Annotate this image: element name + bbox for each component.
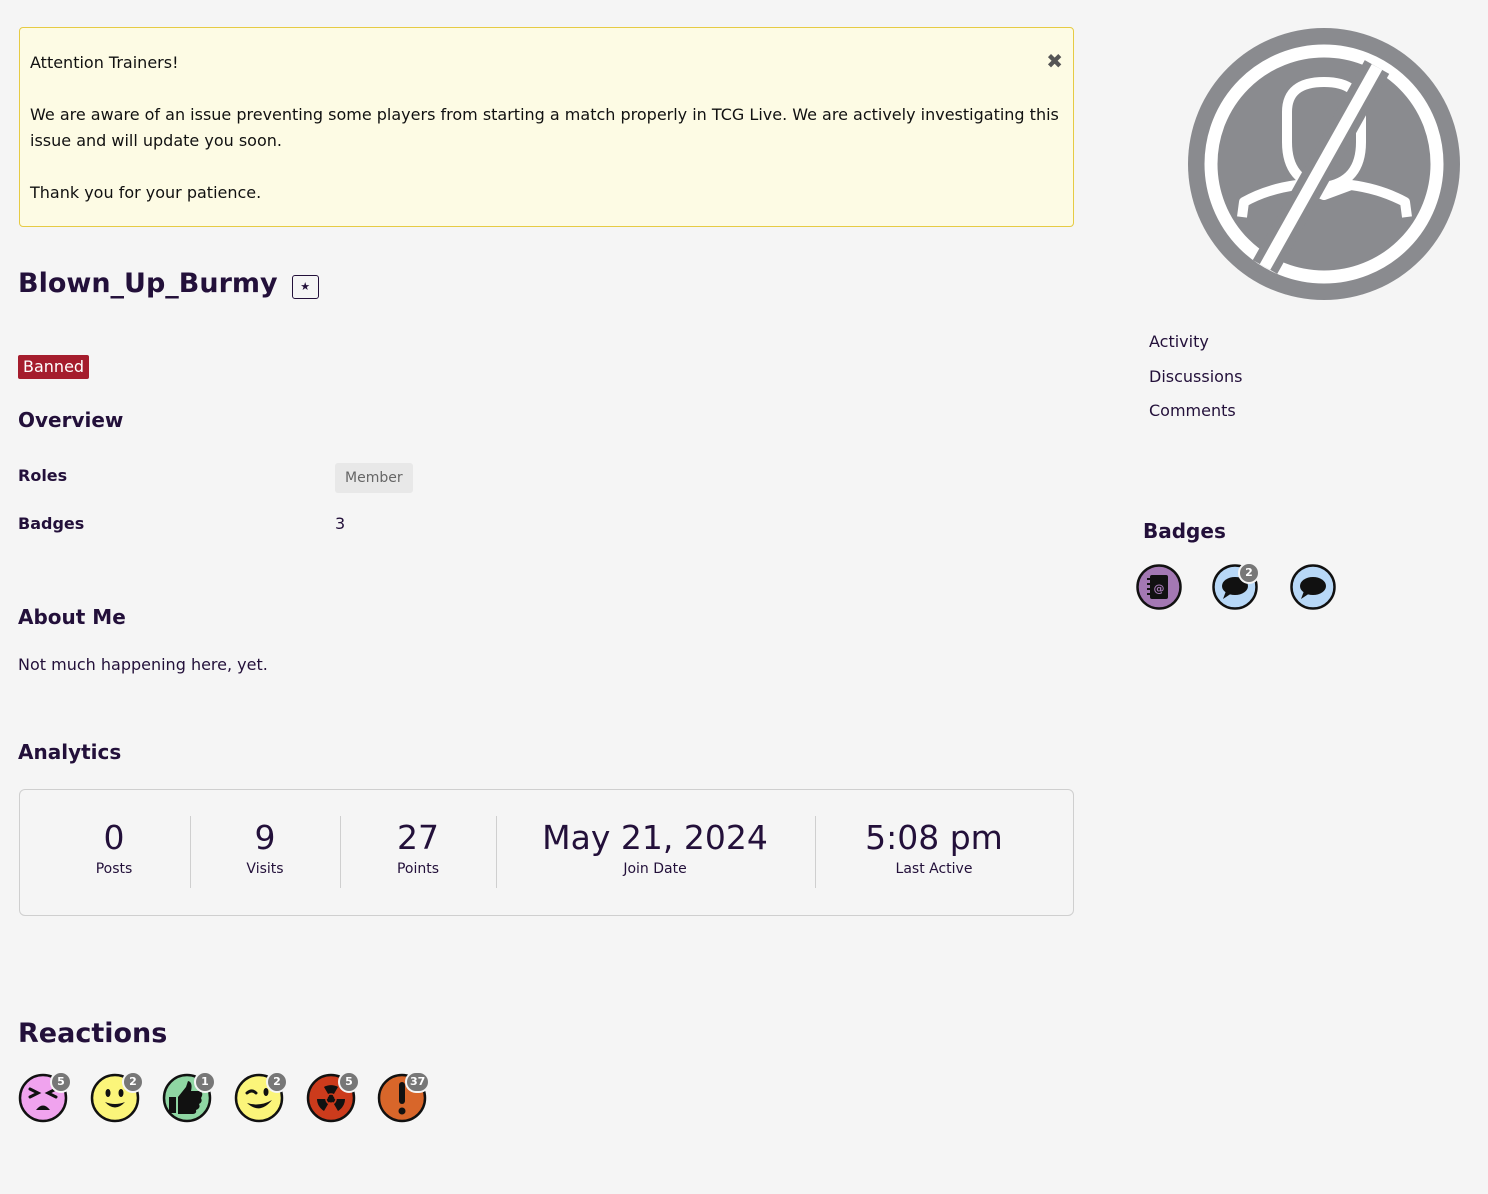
sidebar-link-discussions[interactable]: Discussions [1149, 367, 1242, 386]
stat-label: Join Date [623, 861, 687, 877]
role-chip: Member [335, 463, 413, 493]
stat-label: Posts [95, 861, 133, 877]
analytics-panel: 0 Posts 9 Visits 27 Points May 21, 2024 … [19, 789, 1074, 916]
badge-comment[interactable] [1290, 564, 1336, 610]
badge-count: 2 [1238, 562, 1260, 584]
badges-label: Badges [18, 514, 85, 533]
reaction-count: 1 [194, 1071, 216, 1093]
about-text: Not much happening here, yet. [18, 655, 268, 674]
reaction-radioactive[interactable]: 5 [306, 1071, 360, 1123]
notice-heading: Attention Trainers! [30, 53, 179, 72]
sidebar-link-activity[interactable]: Activity [1149, 332, 1209, 351]
reaction-thumbs-up[interactable]: 1 [162, 1071, 216, 1123]
notice-body: We are aware of an issue preventing some… [30, 105, 1059, 150]
stat-posts: 0 Posts [44, 816, 184, 888]
badges-count: 3 [335, 514, 346, 533]
address-book-icon: @ [1136, 564, 1182, 610]
reaction-count: 5 [50, 1071, 72, 1093]
stat-value: 0 [103, 818, 125, 857]
reaction-count: 2 [122, 1071, 144, 1093]
reaction-exclamation[interactable]: 37 [377, 1071, 431, 1123]
stat-visits: 9 Visits [195, 816, 335, 888]
reaction-angry[interactable]: 5 [18, 1071, 72, 1123]
divider [190, 816, 191, 888]
stat-value: 27 [397, 818, 439, 857]
status-badge: Banned [18, 355, 90, 379]
sidebar-badges-title: Badges [1143, 519, 1226, 543]
divider [815, 816, 816, 888]
announcement-notice: Attention Trainers! We are aware of an i… [19, 27, 1074, 227]
divider [340, 816, 341, 888]
divider [496, 816, 497, 888]
stat-last-active: 5:08 pm Last Active [820, 816, 1048, 888]
overview-title: Overview [18, 408, 124, 432]
badge-comment-2[interactable]: 2 [1212, 562, 1260, 610]
reaction-wink[interactable]: 2 [234, 1071, 288, 1123]
username: Blown_Up_Burmy [18, 268, 278, 299]
svg-text:@: @ [1154, 582, 1165, 595]
reaction-count: 37 [405, 1071, 431, 1093]
notice-footer: Thank you for your patience. [30, 183, 262, 202]
sidebar-link-comments[interactable]: Comments [1149, 401, 1236, 420]
roles-label: Roles [18, 466, 68, 485]
badge-address-book[interactable]: @ [1136, 564, 1182, 610]
analytics-title: Analytics [18, 740, 122, 764]
stat-label: Last Active [895, 861, 973, 877]
reaction-count: 5 [338, 1071, 360, 1093]
close-icon[interactable]: ✖ [1046, 48, 1063, 74]
stat-label: Points [396, 861, 440, 877]
stat-value: 5:08 pm [865, 818, 1003, 857]
stat-value: 9 [254, 818, 276, 857]
reaction-smile[interactable]: 2 [90, 1071, 144, 1123]
stat-points: 27 Points [348, 816, 488, 888]
profile-header: Blown_Up_Burmy ★ [18, 268, 319, 299]
stat-label: Visits [246, 861, 284, 877]
star-button[interactable]: ★ [291, 274, 319, 299]
about-title: About Me [18, 605, 126, 629]
reaction-count: 2 [266, 1071, 288, 1093]
stat-value: May 21, 2024 [542, 818, 768, 857]
reactions-title: Reactions [18, 1018, 168, 1049]
avatar [1188, 28, 1460, 300]
stat-join-date: May 21, 2024 Join Date [510, 816, 800, 888]
speech-bubble-icon [1290, 564, 1336, 610]
